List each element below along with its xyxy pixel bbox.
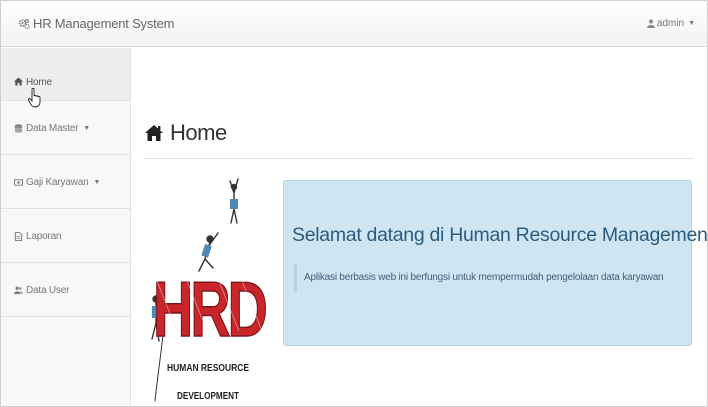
top-navbar: HR Management System admin ▼ (1, 1, 707, 47)
sidebar-item-home[interactable]: Home (1, 48, 130, 101)
page-title-text: Home (170, 120, 227, 145)
brand-title: HR Management System (33, 16, 175, 31)
welcome-description: Aplikasi berbasis web ini berfungsi untu… (294, 264, 664, 292)
gears-icon (18, 18, 30, 29)
page-title: Home (144, 120, 227, 146)
logo-line2: DEVELOPMENT (177, 390, 239, 402)
sidebar-item-label: Gaji Karyawan (26, 176, 89, 188)
hand-cursor-icon (28, 88, 41, 108)
file-icon (14, 231, 23, 241)
hrd-logo: HRD HUMAN RESOURCE DEVELOPMENT (151, 178, 271, 402)
user-name: admin (656, 18, 685, 29)
database-icon (14, 123, 23, 133)
chevron-down-icon: ▼ (688, 20, 695, 27)
sidebar-item-label: Data Master (26, 122, 79, 134)
divider (144, 158, 694, 159)
logo-letters: HRD (153, 265, 266, 353)
welcome-jumbotron: Selamat datang di Human Resource Managem… (283, 180, 707, 346)
home-icon (145, 125, 163, 141)
money-icon (14, 178, 23, 186)
chevron-down-icon: ▼ (93, 178, 101, 186)
sidebar-item-label: Home (26, 77, 52, 88)
app-window: HR Management System admin ▼ Home Data M (0, 0, 708, 407)
home-icon (14, 77, 23, 86)
user-icon (646, 19, 655, 28)
sidebar: Home Data Master ▼ Gaji Karyawan ▼ Lapor… (1, 48, 131, 406)
sidebar-item-label: Laporan (26, 230, 62, 242)
welcome-heading: Selamat datang di Human Resource Managem… (292, 224, 708, 246)
brand-link[interactable]: HR Management System (18, 16, 174, 31)
sidebar-item-data-master[interactable]: Data Master ▼ (1, 102, 130, 155)
user-menu[interactable]: admin ▼ (646, 18, 695, 29)
sidebar-item-data-user[interactable]: Data User (1, 264, 130, 317)
sidebar-item-label: Data User (26, 284, 70, 296)
sidebar-item-laporan[interactable]: Laporan (1, 210, 130, 263)
chevron-down-icon: ▼ (83, 124, 90, 132)
logo-line1: HUMAN RESOURCE (167, 362, 249, 374)
users-icon (14, 286, 23, 294)
sidebar-item-gaji-karyawan[interactable]: Gaji Karyawan ▼ (1, 156, 130, 209)
